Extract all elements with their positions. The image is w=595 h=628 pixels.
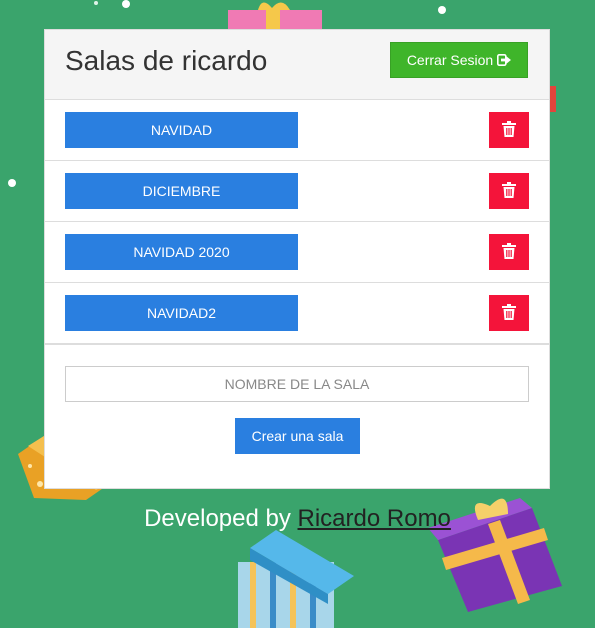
snowflake: [94, 1, 98, 5]
room-button[interactable]: DICIEMBRE: [65, 173, 298, 209]
delete-room-button[interactable]: [489, 295, 529, 331]
room-row: NAVIDAD 2020: [45, 222, 549, 283]
trash-icon: [502, 181, 516, 201]
delete-room-button[interactable]: [489, 234, 529, 270]
room-button[interactable]: NAVIDAD2: [65, 295, 298, 331]
room-row: NAVIDAD: [45, 100, 549, 161]
delete-room-button[interactable]: [489, 173, 529, 209]
snowflake: [122, 0, 130, 8]
create-room-form: Crear una sala: [45, 345, 549, 469]
room-button[interactable]: NAVIDAD: [65, 112, 298, 148]
snowflake: [8, 179, 16, 187]
footer-prefix: Developed by: [144, 505, 291, 532]
room-row: NAVIDAD2: [45, 283, 549, 345]
trash-icon: [502, 303, 516, 323]
room-list: NAVIDAD DICIEMBRE NAVIDAD 2020 NAVIDAD2: [45, 100, 549, 345]
room-button[interactable]: NAVIDAD 2020: [65, 234, 298, 270]
sign-out-icon: [497, 54, 512, 66]
gift-bottom-blue: [238, 530, 354, 628]
author-link[interactable]: Ricardo Romo: [298, 505, 451, 532]
rooms-panel: Salas de ricardo Cerrar Sesion NAVIDAD D…: [44, 29, 550, 489]
page-title: Salas de ricardo: [65, 45, 268, 76]
logout-label: Cerrar Sesion: [406, 52, 494, 68]
delete-room-button[interactable]: [489, 112, 529, 148]
gift-top-pink: [228, 2, 322, 32]
logout-button[interactable]: Cerrar Sesion: [390, 42, 528, 78]
footer: Developed by Ricardo Romo: [0, 505, 595, 533]
trash-icon: [502, 120, 516, 140]
create-room-button[interactable]: Crear una sala: [235, 418, 360, 454]
room-row: DICIEMBRE: [45, 161, 549, 222]
panel-header: Salas de ricardo Cerrar Sesion: [45, 30, 549, 100]
room-name-input[interactable]: [65, 366, 529, 402]
snowflake: [438, 6, 446, 14]
trash-icon: [502, 242, 516, 262]
